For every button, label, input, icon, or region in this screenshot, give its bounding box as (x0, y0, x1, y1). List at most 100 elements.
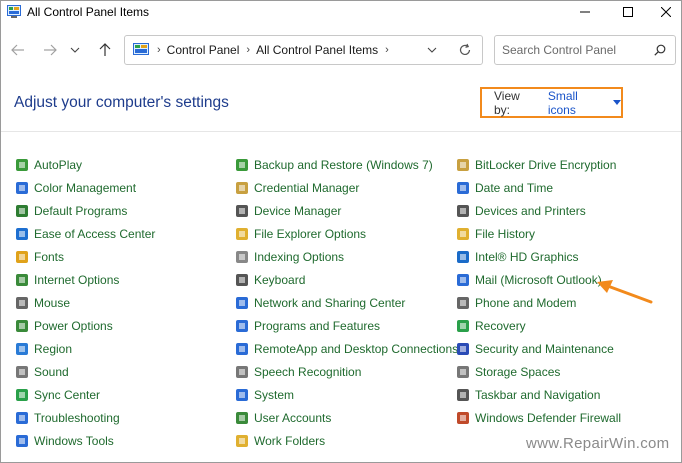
control-panel-item-label[interactable]: User Accounts (254, 411, 331, 425)
control-panel-item-label[interactable]: RemoteApp and Desktop Connections (254, 342, 458, 356)
control-panel-item-label[interactable]: Windows Defender Firewall (475, 411, 621, 425)
control-panel-item-label[interactable]: Keyboard (254, 273, 305, 287)
control-panel-item[interactable]: Programs and Features (235, 314, 458, 337)
address-bar[interactable]: › Control Panel › All Control Panel Item… (124, 35, 483, 65)
control-panel-item-label[interactable]: Work Folders (254, 434, 325, 448)
control-panel-item-label[interactable]: AutoPlay (34, 158, 82, 172)
control-panel-item[interactable]: File Explorer Options (235, 222, 458, 245)
control-panel-item-label[interactable]: Date and Time (475, 181, 553, 195)
control-panel-item[interactable]: Keyboard (235, 268, 458, 291)
control-panel-item[interactable]: User Accounts (235, 406, 458, 429)
refresh-icon[interactable] (458, 43, 472, 57)
control-panel-item[interactable]: Intel® HD Graphics (456, 245, 621, 268)
view-by-control[interactable]: View by: Small icons (480, 87, 623, 118)
back-button[interactable] (7, 40, 29, 60)
control-panel-item[interactable]: Recovery (456, 314, 621, 337)
control-panel-item[interactable]: Mouse (15, 291, 155, 314)
control-panel-item[interactable]: Security and Maintenance (456, 337, 621, 360)
control-panel-item[interactable]: AutoPlay (15, 153, 155, 176)
breadcrumb-control-panel[interactable]: Control Panel (167, 43, 240, 57)
mouse-icon (16, 296, 28, 309)
search-icon[interactable] (654, 44, 666, 56)
control-panel-item[interactable]: Ease of Access Center (15, 222, 155, 245)
sync-center-icon (16, 388, 28, 401)
control-panel-item[interactable]: Sound (15, 360, 155, 383)
control-panel-item-label[interactable]: Programs and Features (254, 319, 380, 333)
control-panel-item[interactable]: Internet Options (15, 268, 155, 291)
control-panel-item[interactable]: RemoteApp and Desktop Connections (235, 337, 458, 360)
control-panel-item[interactable]: Network and Sharing Center (235, 291, 458, 314)
control-panel-item-label[interactable]: Default Programs (34, 204, 127, 218)
control-panel-item-label[interactable]: Windows Tools (34, 434, 114, 448)
control-panel-item-label[interactable]: Mail (Microsoft Outlook) (475, 273, 602, 287)
control-panel-item[interactable]: Indexing Options (235, 245, 458, 268)
control-panel-item-label[interactable]: Power Options (34, 319, 113, 333)
up-button[interactable] (94, 40, 116, 60)
devices-printers-icon (457, 204, 469, 217)
control-panel-item[interactable]: Fonts (15, 245, 155, 268)
control-panel-item[interactable]: BitLocker Drive Encryption (456, 153, 621, 176)
navigation-bar: › Control Panel › All Control Panel Item… (1, 23, 681, 79)
control-panel-item[interactable]: Speech Recognition (235, 360, 458, 383)
control-panel-item-label[interactable]: System (254, 388, 294, 402)
search-box[interactable] (494, 35, 676, 65)
dropdown-caret-icon[interactable] (613, 100, 621, 105)
control-panel-item-label[interactable]: Devices and Printers (475, 204, 586, 218)
control-panel-item-label[interactable]: Device Manager (254, 204, 341, 218)
control-panel-item[interactable]: Devices and Printers (456, 199, 621, 222)
control-panel-item-label[interactable]: File Explorer Options (254, 227, 366, 241)
control-panel-item-label[interactable]: File History (475, 227, 535, 241)
file-history-icon (457, 227, 469, 240)
control-panel-item[interactable]: Power Options (15, 314, 155, 337)
control-panel-item-label[interactable]: Intel® HD Graphics (475, 250, 579, 264)
forward-button[interactable] (39, 40, 61, 60)
control-panel-item-label[interactable]: Mouse (34, 296, 70, 310)
control-panel-item[interactable]: Windows Tools (15, 429, 155, 452)
address-dropdown-icon[interactable] (427, 47, 437, 53)
control-panel-item[interactable]: Sync Center (15, 383, 155, 406)
programs-features-icon (236, 319, 248, 332)
control-panel-item-label[interactable]: Backup and Restore (Windows 7) (254, 158, 433, 172)
control-panel-item-label[interactable]: Recovery (475, 319, 526, 333)
control-panel-item-label[interactable]: Region (34, 342, 72, 356)
control-panel-item[interactable]: Credential Manager (235, 176, 458, 199)
control-panel-item[interactable]: Default Programs (15, 199, 155, 222)
control-panel-item[interactable]: Work Folders (235, 429, 458, 452)
control-panel-item[interactable]: Backup and Restore (Windows 7) (235, 153, 458, 176)
control-panel-item[interactable]: System (235, 383, 458, 406)
control-panel-item-label[interactable]: BitLocker Drive Encryption (475, 158, 616, 172)
troubleshooting-icon (16, 411, 28, 424)
minimize-icon (580, 11, 590, 13)
close-button[interactable] (651, 1, 681, 23)
control-panel-item[interactable]: Taskbar and Navigation (456, 383, 621, 406)
control-panel-item-label[interactable]: Fonts (34, 250, 64, 264)
control-panel-item-label[interactable]: Indexing Options (254, 250, 344, 264)
control-panel-item-label[interactable]: Internet Options (34, 273, 119, 287)
control-panel-item-label[interactable]: Troubleshooting (34, 411, 120, 425)
control-panel-item-label[interactable]: Phone and Modem (475, 296, 576, 310)
control-panel-item-label[interactable]: Taskbar and Navigation (475, 388, 600, 402)
control-panel-item-label[interactable]: Speech Recognition (254, 365, 361, 379)
control-panel-item[interactable]: Date and Time (456, 176, 621, 199)
control-panel-item-label[interactable]: Network and Sharing Center (254, 296, 405, 310)
control-panel-item-label[interactable]: Sound (34, 365, 69, 379)
control-panel-item-label[interactable]: Credential Manager (254, 181, 359, 195)
control-panel-item[interactable]: Troubleshooting (15, 406, 155, 429)
view-by-dropdown[interactable]: Small icons (548, 89, 606, 117)
maximize-button[interactable] (613, 1, 643, 23)
minimize-button[interactable] (570, 1, 600, 23)
control-panel-item-label[interactable]: Sync Center (34, 388, 100, 402)
control-panel-item[interactable]: Color Management (15, 176, 155, 199)
control-panel-item[interactable]: Device Manager (235, 199, 458, 222)
search-input[interactable] (502, 42, 652, 58)
control-panel-item[interactable]: Storage Spaces (456, 360, 621, 383)
control-panel-item-label[interactable]: Security and Maintenance (475, 342, 614, 356)
breadcrumb-all-items[interactable]: All Control Panel Items (256, 43, 378, 57)
control-panel-item[interactable]: Region (15, 337, 155, 360)
control-panel-item-label[interactable]: Storage Spaces (475, 365, 560, 379)
control-panel-item-label[interactable]: Color Management (34, 181, 136, 195)
control-panel-item-label[interactable]: Ease of Access Center (34, 227, 155, 241)
control-panel-item[interactable]: Windows Defender Firewall (456, 406, 621, 429)
control-panel-item[interactable]: File History (456, 222, 621, 245)
recent-locations-button[interactable] (64, 40, 86, 60)
